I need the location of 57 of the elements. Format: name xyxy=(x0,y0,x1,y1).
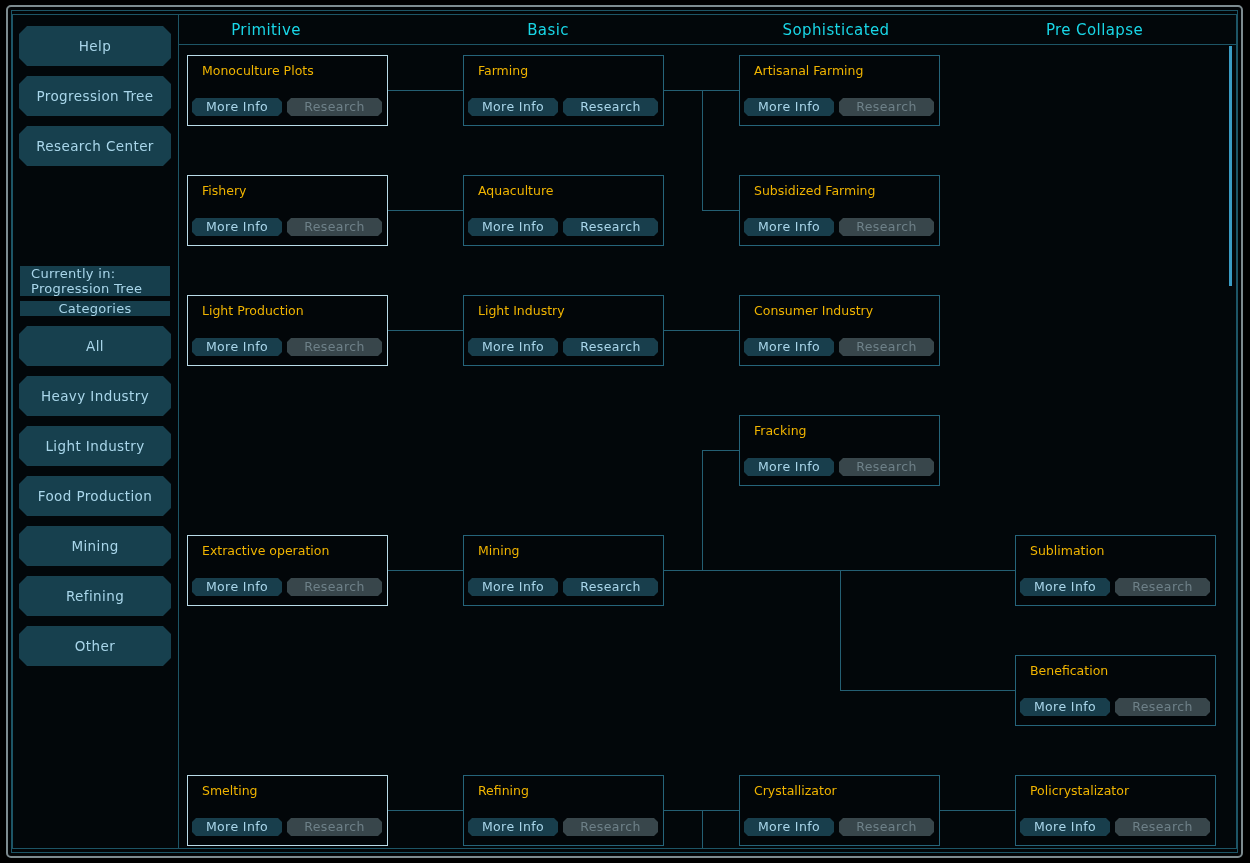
more-info-button[interactable]: More Info xyxy=(744,218,834,236)
category-button[interactable]: Light Industry xyxy=(19,426,171,466)
column-header: Pre Collapse xyxy=(1045,20,1144,39)
research-button[interactable]: Research xyxy=(563,338,658,356)
research-button[interactable]: Research xyxy=(563,578,658,596)
node-title: Farming xyxy=(478,63,529,79)
more-info-button[interactable]: More Info xyxy=(192,818,282,836)
nav-button[interactable]: Help xyxy=(19,26,171,66)
more-info-button[interactable]: More Info xyxy=(744,818,834,836)
more-info-button[interactable]: More Info xyxy=(468,218,558,236)
node-title: Light Production xyxy=(202,303,304,319)
node-title: Mining xyxy=(478,543,520,559)
category-button[interactable]: Other xyxy=(19,626,171,666)
nav-button[interactable]: Progression Tree xyxy=(19,76,171,116)
node-title: Consumer Industry xyxy=(754,303,874,319)
category-button[interactable]: Food Production xyxy=(19,476,171,516)
more-info-button[interactable]: More Info xyxy=(468,338,558,356)
node-title: Smelting xyxy=(202,783,258,799)
more-info-button[interactable]: More Info xyxy=(744,338,834,356)
node-title: Fracking xyxy=(754,423,807,439)
more-info-button[interactable]: More Info xyxy=(744,98,834,116)
category-button[interactable]: Mining xyxy=(19,526,171,566)
node-title: Fishery xyxy=(202,183,247,199)
category-button[interactable]: Heavy Industry xyxy=(19,376,171,416)
more-info-button[interactable]: More Info xyxy=(192,578,282,596)
more-info-button[interactable]: More Info xyxy=(744,458,834,476)
node-title: Light Industry xyxy=(478,303,565,319)
column-header: Sophisticated xyxy=(782,20,890,39)
more-info-button[interactable]: More Info xyxy=(1020,578,1110,596)
more-info-button[interactable]: More Info xyxy=(468,818,558,836)
node-title: Crystallizator xyxy=(754,783,837,799)
research-button[interactable]: Research xyxy=(563,218,658,236)
node-title: Extractive operation xyxy=(202,543,330,559)
category-button[interactable]: All xyxy=(19,326,171,366)
node-title: Aquaculture xyxy=(478,183,554,199)
node-title: Benefication xyxy=(1030,663,1109,679)
more-info-button[interactable]: More Info xyxy=(468,578,558,596)
more-info-button[interactable]: More Info xyxy=(1020,818,1110,836)
more-info-button[interactable]: More Info xyxy=(192,338,282,356)
node-title: Sublimation xyxy=(1030,543,1105,559)
research-button[interactable]: Research xyxy=(563,98,658,116)
node-title: Monoculture Plots xyxy=(202,63,314,79)
nav-button[interactable]: Research Center xyxy=(19,126,171,166)
more-info-button[interactable]: More Info xyxy=(468,98,558,116)
more-info-button[interactable]: More Info xyxy=(192,98,282,116)
node-title: Artisanal Farming xyxy=(754,63,864,79)
categories-heading: Categories xyxy=(20,301,170,316)
category-button[interactable]: Refining xyxy=(19,576,171,616)
node-title: Subsidized Farming xyxy=(754,183,876,199)
scrollbar-thumb[interactable] xyxy=(1229,46,1232,286)
more-info-button[interactable]: More Info xyxy=(192,218,282,236)
column-header: Basic xyxy=(527,20,569,39)
more-info-button[interactable]: More Info xyxy=(1020,698,1110,716)
location-label: Currently in: Progression Tree xyxy=(20,266,170,296)
column-header: Primitive xyxy=(231,20,301,39)
node-title: Refining xyxy=(478,783,529,799)
node-title: Policrystalizator xyxy=(1030,783,1130,799)
